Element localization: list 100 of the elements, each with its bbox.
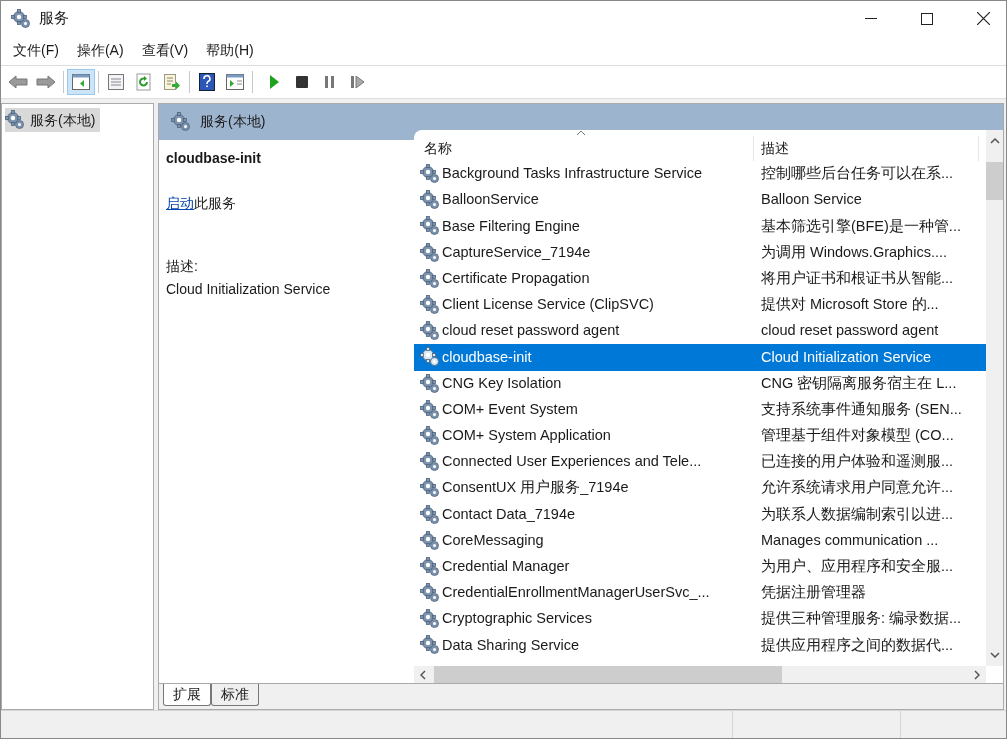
gear-icon [420,452,440,473]
window-title: 服务 [39,8,69,29]
action-text: 此服务 [194,195,236,211]
service-row[interactable]: Background Tasks Infrastructure Service 控制哪些后台任务可以在系... [414,161,986,188]
service-name-cell-text: Contact Data_7194e [442,504,575,524]
description-cell: 基本筛选引擎(BFE)是一种管... [761,217,961,234]
service-name-cell-text: Cryptographic Services [442,609,592,629]
service-name-cell-text: Certificate Propagation [442,268,590,288]
service-name-cell-text: CredentialEnrollmentManagerUserSvc_... [442,583,710,603]
gear-icon [11,8,31,29]
scroll-thumb[interactable] [434,666,782,683]
service-row[interactable]: Credential Manager 为用户、应用程序和安全服... [414,553,986,580]
gear-icon [420,478,440,499]
description-cell: 允许系统请求用户同意允许... [761,479,954,496]
description-cell: 管理基于组件对象模型 (CO... [761,427,954,444]
description-cell: 提供应用程序之间的数据代... [761,636,954,653]
description-cell: 将用户证书和根证书从智能... [761,269,954,286]
gear-icon [420,530,440,551]
gear-icon [420,268,440,289]
service-row[interactable]: cloudbase-init Cloud Initialization Service [414,344,986,371]
vertical-scrollbar[interactable] [986,130,1003,666]
service-name-cell-text: Credential Manager [442,557,570,577]
column-header[interactable]: 描述 [754,136,979,161]
gear-icon [420,295,440,316]
gear-icon [420,216,440,237]
gear-icon [420,347,440,368]
gear-icon [420,583,440,604]
description-cell: 提供三种管理服务: 编录数据... [761,610,962,627]
view-tab[interactable]: 扩展 [163,684,211,706]
refresh-icon [135,73,153,91]
gear-icon [420,373,440,394]
menu-item[interactable]: 查看(V) [133,40,197,61]
play-icon [269,75,279,89]
description-cell: 提供对 Microsoft Store 的... [761,296,939,313]
show-tree-button[interactable] [67,69,95,95]
panel-icon [72,74,90,90]
tree-item[interactable]: 服务(本地) [5,108,101,132]
description-cell: Manages communication ... [761,531,939,548]
service-name-cell-text: cloudbase-init [442,347,532,367]
gear-icon [420,242,440,263]
service-name-cell-text: Client License Service (ClipSVC) [442,295,654,315]
description-cell: 支持系统事件通知服务 (SEN... [761,400,962,417]
gear-icon [420,321,440,342]
description-cell: Balloon Service [761,191,862,208]
description-cell: Cloud Initialization Service [761,348,932,365]
gear-icon [171,111,191,132]
column-header[interactable]: 名称 [414,136,754,161]
pane-title: 服务(本地) [200,112,266,131]
gear-icon [420,609,440,630]
scroll-thumb[interactable] [986,162,1003,200]
description-cell: 控制哪些后台任务可以在系... [761,165,954,182]
help-icon [199,73,215,91]
service-name-cell-text: COM+ Event System [442,399,578,419]
menu-item[interactable]: 帮助(H) [198,40,262,61]
pause-icon [325,76,335,88]
resume-icon [351,76,365,88]
panel-icon [226,74,244,90]
gear-icon [420,164,440,185]
view-tab[interactable]: 标准 [211,684,259,706]
service-name-cell-text: Base Filtering Engine [442,216,580,236]
menu-item[interactable]: 操作(A) [68,40,132,61]
gear-icon [420,504,440,525]
horizontal-scrollbar[interactable] [414,666,986,683]
minimize-icon [865,17,877,20]
service-row[interactable]: CredentialEnrollmentManagerUserSvc_... 凭据注册管理器 [414,580,986,607]
export-icon [163,73,181,91]
service-name-cell-text: CNG Key Isolation [442,373,562,393]
gear-icon [420,425,440,446]
right-arrow-icon [36,75,56,89]
service-name-cell-text: CaptureService_7194e [442,242,591,262]
description-label: 描述: [166,257,199,276]
service-name-cell-text: BalloonService [442,190,539,210]
description-cell: 为联系人数据编制索引以进... [761,505,954,522]
description-cell: 为用户、应用程序和安全服... [761,558,954,575]
maximize-icon [921,12,933,25]
service-name-cell-text: CoreMessaging [442,530,544,550]
service-row[interactable]: COM+ System Application 管理基于组件对象模型 (CO... [414,422,986,450]
description-cell: cloud reset password agent [761,322,939,339]
close-icon [976,12,990,25]
menu-item[interactable]: 文件(F) [5,40,67,61]
gear-icon [5,110,25,130]
description-cell: 凭据注册管理器 [761,584,866,601]
description-cell: 已连接的用户体验和遥测服... [761,453,954,470]
stop-icon [296,76,308,88]
gear-icon [420,399,440,420]
gear-icon [420,190,440,211]
service-name-cell-text: Data Sharing Service [442,635,579,655]
service-row[interactable]: Client License Service (ClipSVC) 提供对 Microsoft Store 的... [414,291,986,319]
service-name: cloudbase-init [166,149,262,168]
description-cell: CNG 密钥隔离服务宿主在 L... [761,374,957,391]
service-name-cell-text: Connected User Experiences and Tele... [442,452,702,472]
service-name-cell-text: Background Tasks Infrastructure Service [442,164,703,184]
description-text: Cloud Initialization Service [166,280,332,299]
gear-icon [420,635,440,656]
start-link[interactable]: 启动 [166,195,194,211]
service-name-cell-text: COM+ System Application [442,426,611,446]
service-name-cell-text: ConsentUX 用户服务_7194e [442,478,629,498]
description-cell: 为调用 Windows.Graphics.... [761,243,947,260]
document-icon [107,73,125,91]
left-arrow-icon [8,75,28,89]
